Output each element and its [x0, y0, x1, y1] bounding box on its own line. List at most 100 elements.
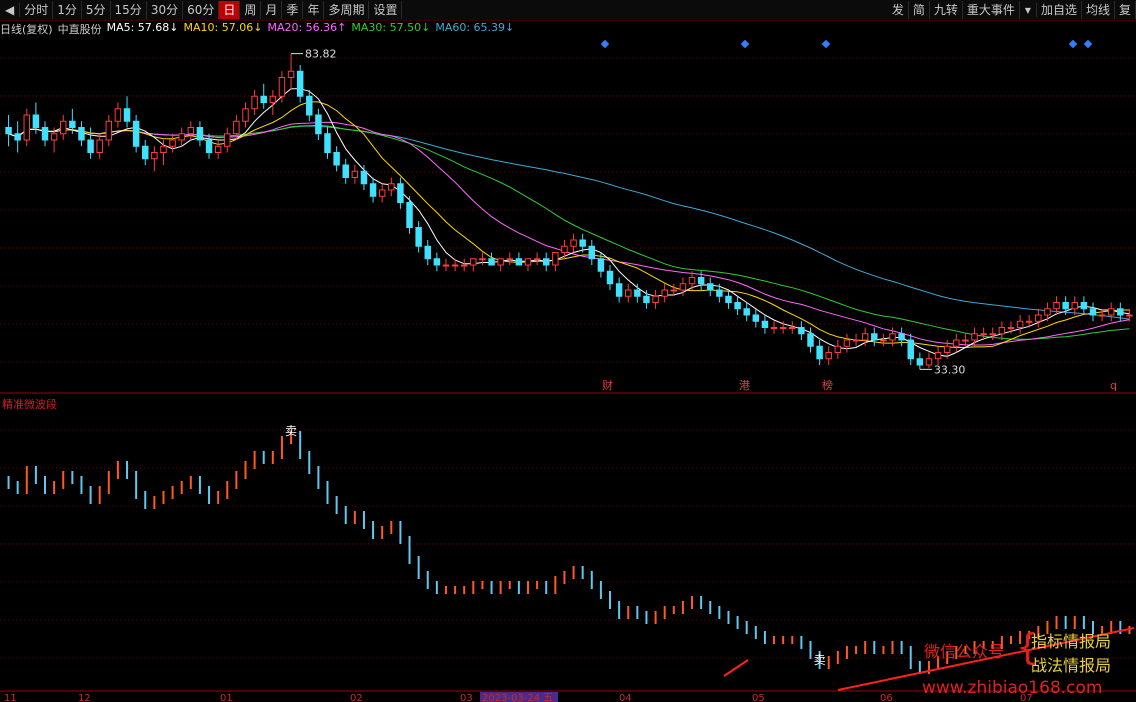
event-label: 榜: [822, 378, 833, 392]
event-label: q: [1110, 379, 1117, 392]
candle-body: [306, 95, 313, 116]
candle-body: [142, 145, 149, 160]
candle-body: [725, 295, 732, 303]
candle-body: [980, 333, 987, 336]
candle-body: [333, 152, 340, 166]
sell-signal: 卖: [285, 424, 297, 438]
candle-body: [451, 264, 459, 267]
candle-body: [260, 95, 267, 103]
event-diamond-icon: [600, 39, 610, 49]
candle-body: [360, 170, 368, 185]
candle-body: [123, 108, 131, 122]
candle-body: [880, 339, 887, 342]
candle-body: [205, 139, 213, 153]
candle-body: [23, 114, 31, 141]
candle-body: [1062, 302, 1069, 310]
candle-body: [898, 333, 905, 341]
candle-body: [251, 95, 258, 110]
candle-body: [342, 164, 349, 178]
candle-body: [670, 289, 678, 292]
candle-body: [542, 258, 550, 266]
candle-body: [1007, 327, 1015, 329]
candle-body: [962, 339, 969, 342]
candle-body: [506, 258, 513, 261]
candle-body: [743, 308, 750, 316]
x-tick-label: 12: [78, 693, 91, 702]
candle-body: [779, 327, 787, 329]
ma30-line: [8, 124, 1130, 340]
min-price-label: 33.30: [934, 363, 966, 376]
candle-body: [369, 183, 377, 197]
candle-body: [488, 258, 495, 266]
candle-body: [989, 333, 996, 336]
candle-body: [570, 239, 577, 247]
candle-body: [688, 277, 696, 285]
candle-body: [1098, 314, 1106, 317]
candle-body: [169, 139, 176, 147]
candle-body: [132, 120, 140, 147]
candle-body: [415, 227, 422, 247]
candle-body: [1107, 308, 1115, 316]
ma20-line: [8, 121, 1130, 346]
candle-body: [707, 283, 714, 291]
candle-body: [242, 108, 249, 122]
candle-body: [1053, 302, 1060, 310]
x-tick-label: 05: [752, 693, 765, 702]
event-label: 财: [602, 378, 613, 392]
candle-body: [925, 358, 933, 366]
candle-body: [634, 289, 641, 297]
candle-body: [315, 114, 322, 135]
candle-body: [524, 258, 532, 266]
candle-body: [588, 245, 596, 260]
candle-body: [1126, 314, 1133, 317]
candle-body: [178, 133, 185, 141]
candle-body: [224, 133, 231, 147]
x-tick-label: 2023-03-24 五: [482, 693, 553, 702]
candle-body: [943, 345, 951, 353]
candle-body: [834, 345, 842, 353]
candle-body: [233, 120, 240, 135]
candle-body: [852, 339, 860, 342]
candle-body: [770, 327, 778, 329]
candle-body: [114, 108, 122, 122]
candle-body: [816, 345, 823, 360]
candle-body: [196, 127, 204, 141]
candle-body: [351, 170, 359, 178]
candle-body: [406, 202, 413, 228]
watermark-line3: 战法情报局: [1031, 656, 1112, 675]
candle-body: [388, 183, 395, 191]
candle-body: [825, 352, 832, 360]
event-diamond-icon: [1083, 39, 1093, 49]
candle-body: [470, 258, 477, 266]
candle-body: [287, 70, 295, 78]
candle-body: [861, 333, 869, 341]
candle-body: [734, 302, 741, 310]
trend-line-short: [723, 659, 749, 677]
candle-body: [1117, 308, 1124, 316]
watermark-line1: 微信公众号: [924, 642, 1005, 661]
candle-body: [187, 127, 195, 135]
candle-body: [515, 258, 523, 266]
candle-body: [934, 352, 942, 360]
watermark-url: www.zhibiao168.com: [922, 678, 1103, 698]
candle-body: [14, 133, 21, 141]
candle-body: [1035, 314, 1042, 322]
candle-body: [50, 133, 58, 141]
candle-body: [716, 289, 723, 297]
candle-body: [615, 283, 623, 297]
candle-body: [278, 77, 286, 97]
candle-body: [41, 127, 49, 141]
event-label: 港: [739, 379, 750, 392]
candle-body: [32, 114, 40, 128]
candle-body: [625, 289, 632, 297]
candle-body: [761, 320, 769, 328]
candle-body: [752, 314, 760, 322]
candle-body: [1080, 302, 1088, 310]
candle-body: [378, 189, 386, 197]
candle-body: [697, 277, 705, 285]
candle-body: [907, 339, 914, 360]
candle-body: [296, 70, 304, 97]
x-tick-label: 03: [460, 693, 473, 702]
candle-body: [105, 120, 113, 141]
candle-body: [606, 270, 614, 285]
